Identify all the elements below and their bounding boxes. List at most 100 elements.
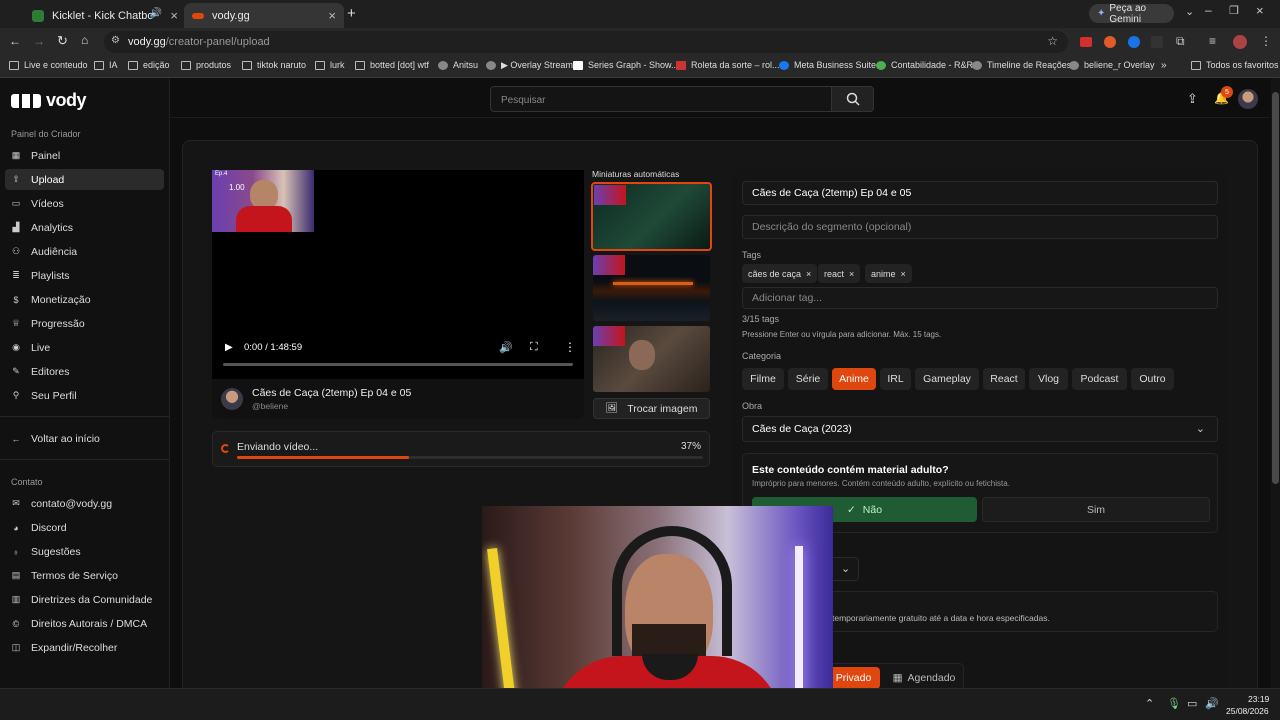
extension-icon[interactable] bbox=[1104, 36, 1116, 48]
network-icon[interactable]: ▭ bbox=[1187, 697, 1197, 710]
sidebar-item-analytics[interactable]: ▟ Analytics bbox=[5, 217, 164, 238]
close-tab-icon[interactable]: × bbox=[328, 8, 336, 23]
maximize-icon[interactable]: ❐ bbox=[1229, 4, 1239, 17]
title-input[interactable]: Cães de Caça (2temp) Ep 04 e 05 bbox=[742, 181, 1218, 205]
visibility-scheduled-button[interactable]: ▦ Agendado bbox=[888, 667, 960, 689]
extension-icon[interactable] bbox=[1080, 37, 1092, 47]
add-tag-input[interactable]: Adicionar tag... bbox=[742, 287, 1218, 309]
sidebar-item-editores[interactable]: ✎ Editores bbox=[5, 361, 164, 382]
sidebar-item-monetizacao[interactable]: $ Monetização bbox=[5, 289, 164, 310]
user-avatar[interactable] bbox=[1238, 89, 1258, 109]
page-scrollbar[interactable] bbox=[1271, 78, 1280, 688]
bookmark-item[interactable]: Roleta da sorte – rol... bbox=[676, 60, 780, 70]
category-outro[interactable]: Outro bbox=[1131, 368, 1174, 390]
video-player[interactable]: Ep.4 1.00 ▶ 0:00 / 1:48:59 🔊 ⛶ ⋮ bbox=[212, 170, 584, 379]
new-tab-icon[interactable]: + bbox=[347, 5, 356, 22]
category-vlog[interactable]: Vlog bbox=[1029, 368, 1068, 390]
bookmark-item[interactable]: Anitsu bbox=[438, 60, 478, 70]
gemini-button[interactable]: ✦ Peça ao Gemini bbox=[1089, 3, 1174, 25]
remove-tag-icon[interactable]: × bbox=[806, 269, 811, 279]
sidebar-item-videos[interactable]: ▭ Vídeos bbox=[5, 193, 164, 214]
sidebar-item-playlists[interactable]: ≣ Playlists bbox=[5, 265, 164, 286]
remove-tag-icon[interactable]: × bbox=[849, 269, 854, 279]
scrollbar-thumb[interactable] bbox=[1272, 92, 1279, 484]
thumbnail-option-3[interactable] bbox=[593, 326, 710, 392]
bookmark-star-icon[interactable]: ☆ bbox=[1047, 34, 1058, 48]
play-icon[interactable]: ▶ bbox=[225, 342, 233, 353]
contact-email[interactable]: ✉ contato@vody.gg bbox=[5, 493, 164, 514]
work-select[interactable]: Cães de Caça (2023) ⌄ bbox=[742, 416, 1218, 442]
browser-menu-icon[interactable]: ⋮ bbox=[1260, 34, 1272, 48]
sidebar-item-perfil[interactable]: ⚲ Seu Perfil bbox=[5, 385, 164, 406]
bookmark-item[interactable]: IA bbox=[94, 60, 118, 70]
sidebar-item-live[interactable]: ◉ Live bbox=[5, 337, 164, 358]
volume-icon[interactable]: 🔊 bbox=[499, 341, 513, 354]
all-bookmarks[interactable]: Todos os favoritos bbox=[1191, 60, 1279, 70]
change-thumbnail-button[interactable]: 🖼 Trocar imagem bbox=[593, 398, 710, 419]
bookmark-item[interactable]: botted [dot] wtf bbox=[355, 60, 429, 70]
video-seek-bar[interactable] bbox=[223, 363, 573, 366]
profile-avatar-icon[interactable] bbox=[1233, 35, 1247, 49]
more-bookmarks-icon[interactable]: » bbox=[1161, 60, 1167, 71]
fullscreen-icon[interactable]: ⛶ bbox=[530, 341, 538, 354]
category-irl[interactable]: IRL bbox=[880, 368, 911, 390]
sidebar-item-painel[interactable]: ▦ Painel bbox=[5, 145, 164, 166]
category-anime[interactable]: Anime bbox=[832, 368, 876, 390]
home-icon[interactable]: ⌂ bbox=[81, 33, 88, 47]
upload-header-icon[interactable]: ⇪ bbox=[1187, 91, 1198, 107]
forward-icon[interactable]: → bbox=[33, 34, 45, 48]
thumbnail-option-1[interactable] bbox=[591, 182, 712, 251]
tray-chevron-icon[interactable]: ⌃ bbox=[1145, 697, 1154, 710]
sidebar-item-progressao[interactable]: ♕ Progressão bbox=[5, 313, 164, 334]
close-window-icon[interactable]: × bbox=[1256, 3, 1264, 18]
search-input[interactable]: Pesquisar bbox=[490, 86, 832, 112]
bookmark-item[interactable]: Timeline de Reações bbox=[972, 60, 1071, 70]
bookmark-item[interactable]: Live e conteudo bbox=[9, 60, 88, 70]
player-menu-icon[interactable]: ⋮ bbox=[564, 340, 576, 354]
bookmark-item[interactable]: tiktok naruto bbox=[242, 60, 306, 70]
bookmark-item[interactable]: produtos bbox=[181, 60, 231, 70]
remove-tag-icon[interactable]: × bbox=[901, 269, 906, 279]
adult-yes-button[interactable]: Sim bbox=[982, 497, 1210, 522]
microphone-icon[interactable]: 🎙 bbox=[1167, 697, 1181, 710]
bookmark-item[interactable]: beliene_r Overlay bbox=[1069, 60, 1155, 70]
visibility-private-button[interactable]: Privado bbox=[827, 667, 880, 689]
contact-diretrizes[interactable]: ▥ Diretrizes da Comunidade bbox=[5, 589, 164, 610]
back-home-link[interactable]: ← Voltar ao início bbox=[5, 428, 164, 449]
contact-termos[interactable]: ▤ Termos de Serviço bbox=[5, 565, 164, 586]
search-button[interactable] bbox=[831, 86, 874, 112]
bookmark-item[interactable]: Contabilidade - R&R bbox=[876, 60, 973, 70]
bookmark-item[interactable]: ▶ Overlay Stream bbox=[486, 60, 573, 71]
minimize-icon[interactable]: – bbox=[1205, 3, 1212, 17]
address-bar[interactable]: ⚙ vody.gg/creator-panel/upload ☆ bbox=[104, 31, 1068, 53]
category-serie[interactable]: Série bbox=[788, 368, 828, 390]
extension-icon[interactable] bbox=[1151, 36, 1163, 48]
reading-list-icon[interactable]: ≡ bbox=[1209, 34, 1216, 48]
vody-logo[interactable]: vody bbox=[11, 90, 87, 111]
tab-search-icon[interactable]: ⌄ bbox=[1185, 5, 1194, 18]
contact-dmca[interactable]: © Direitos Autorais / DMCA bbox=[5, 613, 164, 634]
sidebar-item-audiencia[interactable]: ⚇ Audiência bbox=[5, 241, 164, 262]
bookmark-item[interactable]: edição bbox=[128, 60, 170, 70]
extensions-puzzle-icon[interactable]: ⧉ bbox=[1176, 34, 1185, 49]
contact-discord[interactable]: ◕ Discord bbox=[5, 517, 164, 538]
category-react[interactable]: React bbox=[983, 368, 1025, 390]
bookmark-item[interactable]: Meta Business Suite bbox=[779, 60, 876, 70]
thumbnail-option-2[interactable] bbox=[593, 255, 710, 321]
reload-icon[interactable]: ↻ bbox=[57, 33, 68, 49]
contact-sugestoes[interactable]: ♁ Sugestões bbox=[5, 541, 164, 562]
back-icon[interactable]: ← bbox=[9, 34, 21, 48]
description-input[interactable]: Descrição do segmento (opcional) bbox=[742, 215, 1218, 239]
close-tab-icon[interactable]: × bbox=[170, 8, 178, 23]
volume-tray-icon[interactable]: 🔊 bbox=[1205, 697, 1219, 710]
category-podcast[interactable]: Podcast bbox=[1072, 368, 1127, 390]
category-gameplay[interactable]: Gameplay bbox=[915, 368, 979, 390]
extension-icon[interactable] bbox=[1128, 36, 1140, 48]
bookmark-item[interactable]: lurk bbox=[315, 60, 345, 70]
category-filme[interactable]: Filme bbox=[742, 368, 784, 390]
tab-vody[interactable]: vody.gg × bbox=[184, 3, 344, 28]
expand-collapse-button[interactable]: ◫ Expandir/Recolher bbox=[5, 637, 164, 658]
sidebar-item-upload[interactable]: ⇧ Upload bbox=[5, 169, 164, 190]
site-info-icon[interactable]: ⚙ bbox=[111, 35, 120, 46]
bookmark-item[interactable]: Series Graph - Show... bbox=[573, 60, 679, 70]
